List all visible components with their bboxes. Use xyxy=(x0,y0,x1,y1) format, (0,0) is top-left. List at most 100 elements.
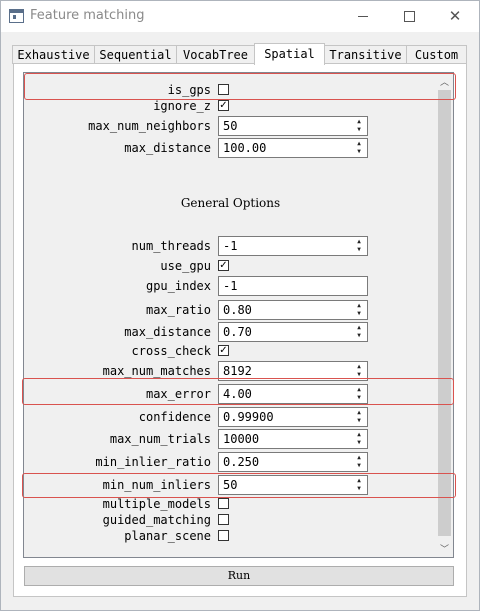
check-mark-icon: ✓ xyxy=(219,260,228,271)
spin-buttons[interactable]: ▲ ▼ xyxy=(352,386,366,402)
max-error-value: 4.00 xyxy=(223,387,252,401)
tab-sequential[interactable]: Sequential xyxy=(94,45,177,64)
spin-buttons[interactable]: ▲ ▼ xyxy=(352,431,366,447)
max-num-trials-spinbox[interactable]: 10000 ▲ ▼ xyxy=(218,429,368,449)
scrollbar-thumb[interactable] xyxy=(438,90,451,536)
maximize-button[interactable] xyxy=(386,1,432,32)
spin-up-icon[interactable]: ▲ xyxy=(352,238,366,246)
spatial-max-distance-label: max_distance xyxy=(124,141,211,155)
window-title: Feature matching xyxy=(30,8,145,23)
cross-check-checkbox[interactable]: ✓ xyxy=(218,345,229,356)
min-num-inliers-spinbox[interactable]: 50 ▲ ▼ xyxy=(218,475,368,495)
max-num-neighbors-label: max_num_neighbors xyxy=(88,119,211,133)
max-num-trials-value: 10000 xyxy=(223,432,260,446)
spatial-max-distance-spinbox[interactable]: 100.00 ▲ ▼ xyxy=(218,138,368,158)
tab-spatial[interactable]: Spatial xyxy=(254,43,325,65)
ignore-z-checkbox[interactable]: ✓ xyxy=(218,100,229,111)
ignore-z-label: ignore_z xyxy=(153,99,211,113)
is-gps-label: is_gps xyxy=(167,83,211,97)
multiple-models-label: multiple_models xyxy=(102,497,211,511)
max-ratio-value: 0.80 xyxy=(223,303,252,317)
spin-up-icon[interactable]: ▲ xyxy=(352,477,366,485)
spin-down-icon[interactable]: ▼ xyxy=(352,417,366,425)
minimize-button[interactable] xyxy=(340,1,386,32)
max-num-matches-spinbox[interactable]: 8192 ▲ ▼ xyxy=(218,361,368,381)
spin-down-icon[interactable]: ▼ xyxy=(352,310,366,318)
max-ratio-spinbox[interactable]: 0.80 ▲ ▼ xyxy=(218,300,368,320)
max-ratio-label: max_ratio xyxy=(145,303,211,317)
confidence-label: confidence xyxy=(138,410,211,424)
min-num-inliers-value: 50 xyxy=(223,478,238,492)
spin-buttons[interactable]: ▲ ▼ xyxy=(352,409,366,425)
confidence-spinbox[interactable]: 0.99900 ▲ ▼ xyxy=(218,407,368,427)
spin-up-icon[interactable]: ▲ xyxy=(352,431,366,439)
spin-up-icon[interactable]: ▲ xyxy=(352,454,366,462)
spin-buttons[interactable]: ▲ ▼ xyxy=(352,302,366,318)
spin-down-icon[interactable]: ▼ xyxy=(352,485,366,493)
gpu-index-input[interactable]: -1 xyxy=(218,276,368,296)
max-num-trials-label: max_num_trials xyxy=(109,432,211,446)
scroll-down-icon[interactable]: ﹀ xyxy=(436,540,453,557)
check-mark-icon: ✓ xyxy=(219,345,228,356)
cross-check-label: cross_check xyxy=(131,344,211,358)
spin-buttons[interactable]: ▲ ▼ xyxy=(352,118,366,134)
feature-matching-window: Feature matching ✕ Exhaustive Sequential… xyxy=(0,0,480,611)
num-threads-spinbox[interactable]: -1 ▲ ▼ xyxy=(218,236,368,256)
tab-custom[interactable]: Custom xyxy=(406,45,467,64)
spin-buttons[interactable]: ▲ ▼ xyxy=(352,477,366,493)
spin-down-icon[interactable]: ▼ xyxy=(352,462,366,470)
spin-buttons[interactable]: ▲ ▼ xyxy=(352,238,366,254)
min-inlier-ratio-label: min_inlier_ratio xyxy=(95,455,211,469)
num-threads-value: -1 xyxy=(223,239,238,253)
spin-buttons[interactable]: ▲ ▼ xyxy=(352,454,366,470)
spin-up-icon[interactable]: ▲ xyxy=(352,363,366,371)
tab-vocabtree[interactable]: VocabTree xyxy=(176,45,255,64)
max-error-label: max_error xyxy=(145,387,211,401)
spin-buttons[interactable]: ▲ ▼ xyxy=(352,363,366,379)
spin-down-icon[interactable]: ▼ xyxy=(352,439,366,447)
guided-matching-checkbox[interactable] xyxy=(218,514,229,525)
spin-up-icon[interactable]: ▲ xyxy=(352,140,366,148)
spin-up-icon[interactable]: ▲ xyxy=(352,324,366,332)
run-button[interactable]: Run xyxy=(24,566,454,586)
spin-down-icon[interactable]: ▼ xyxy=(352,394,366,402)
general-max-distance-label: max_distance xyxy=(124,325,211,339)
planar-scene-label: planar_scene xyxy=(124,529,211,543)
min-num-inliers-label: min_num_inliers xyxy=(102,478,211,492)
spin-down-icon[interactable]: ▼ xyxy=(352,246,366,254)
close-button[interactable]: ✕ xyxy=(432,1,478,32)
planar-scene-checkbox[interactable] xyxy=(218,530,229,541)
max-num-neighbors-spinbox[interactable]: 50 ▲ ▼ xyxy=(218,116,368,136)
general-max-distance-spinbox[interactable]: 0.70 ▲ ▼ xyxy=(218,322,368,342)
is-gps-checkbox[interactable] xyxy=(218,84,229,95)
close-icon: ✕ xyxy=(448,7,462,25)
spin-up-icon[interactable]: ▲ xyxy=(352,409,366,417)
multiple-models-checkbox[interactable] xyxy=(218,498,229,509)
max-num-neighbors-value: 50 xyxy=(223,119,238,133)
use-gpu-label: use_gpu xyxy=(160,259,211,273)
spin-down-icon[interactable]: ▼ xyxy=(352,371,366,379)
maximize-icon xyxy=(403,11,415,22)
spin-up-icon[interactable]: ▲ xyxy=(352,386,366,394)
spin-buttons[interactable]: ▲ ▼ xyxy=(352,140,366,156)
min-inlier-ratio-spinbox[interactable]: 0.250 ▲ ▼ xyxy=(218,452,368,472)
spin-up-icon[interactable]: ▲ xyxy=(352,118,366,126)
app-window-icon xyxy=(9,9,24,23)
general-max-distance-value: 0.70 xyxy=(223,325,252,339)
spin-down-icon[interactable]: ▼ xyxy=(352,148,366,156)
scroll-up-icon[interactable]: ︿ xyxy=(436,73,453,90)
tab-transitive[interactable]: Transitive xyxy=(324,45,407,64)
spin-down-icon[interactable]: ▼ xyxy=(352,332,366,340)
vertical-scrollbar[interactable]: ︿ ﹀ xyxy=(436,73,453,557)
tab-exhaustive[interactable]: Exhaustive xyxy=(12,45,95,64)
general-options-heading: General Options xyxy=(180,196,281,210)
spin-up-icon[interactable]: ▲ xyxy=(352,302,366,310)
guided-matching-label: guided_matching xyxy=(102,513,211,527)
spin-buttons[interactable]: ▲ ▼ xyxy=(352,324,366,340)
use-gpu-checkbox[interactable]: ✓ xyxy=(218,260,229,271)
min-inlier-ratio-value: 0.250 xyxy=(223,455,260,469)
title-bar[interactable]: Feature matching ✕ xyxy=(1,1,479,32)
options-scroll-area[interactable]: is_gps ignore_z ✓ max_num_neighbors 50 ▲… xyxy=(23,72,454,558)
max-error-spinbox[interactable]: 4.00 ▲ ▼ xyxy=(218,384,368,404)
spin-down-icon[interactable]: ▼ xyxy=(352,126,366,134)
